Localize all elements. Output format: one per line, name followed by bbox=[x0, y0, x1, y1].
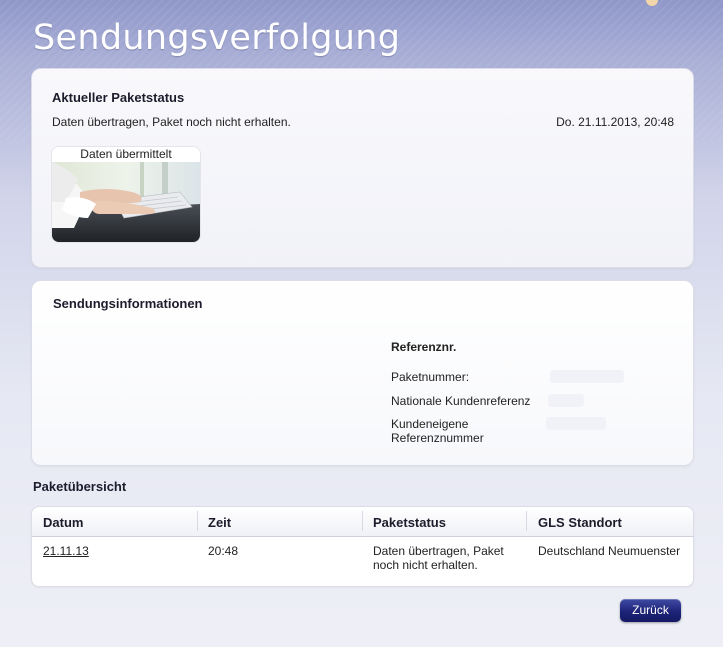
shipment-info-panel: Sendungsinformationen Referenznr. Paketn… bbox=[31, 280, 694, 466]
column-separator bbox=[526, 511, 527, 531]
row-status-line1: Daten übertragen, Paket bbox=[373, 544, 504, 558]
customer-ref-label-line2: Referenznummer bbox=[391, 431, 484, 445]
status-heading: Aktueller Paketstatus bbox=[52, 90, 185, 105]
column-header-date: Datum bbox=[43, 515, 84, 530]
overview-heading: Paketübersicht bbox=[33, 479, 127, 494]
column-separator bbox=[197, 511, 198, 531]
row-date-link[interactable]: 21.11.13 bbox=[43, 544, 89, 558]
column-header-location: GLS Standort bbox=[538, 515, 622, 530]
page-title: Sendungsverfolgung bbox=[33, 18, 401, 58]
column-separator bbox=[362, 511, 363, 531]
overview-table: Datum Zeit Paketstatus GLS Standort 21.1… bbox=[31, 506, 694, 587]
customer-ref-label-line1: Kundeneigene bbox=[391, 417, 469, 431]
status-text: Daten übertragen, Paket noch nicht erhal… bbox=[52, 115, 291, 129]
column-header-time: Zeit bbox=[208, 515, 232, 530]
row-location: Deutschland Neumuenster bbox=[538, 544, 681, 558]
status-datetime: Do. 21.11.2013, 20:48 bbox=[556, 115, 674, 129]
row-status-line2: noch nicht erhalten. bbox=[373, 558, 478, 572]
shipment-info-heading: Sendungsinformationen bbox=[53, 296, 203, 311]
keyboard-typing-image bbox=[52, 162, 200, 242]
status-image-label: Daten übermittelt bbox=[52, 147, 200, 162]
back-button[interactable]: Zurück bbox=[620, 599, 681, 622]
customer-ref-value bbox=[546, 417, 606, 430]
status-thumbnail: Daten übermittelt bbox=[52, 147, 200, 242]
national-customer-ref-label: Nationale Kundenreferenz bbox=[391, 394, 531, 408]
package-number-value bbox=[550, 370, 624, 383]
status-panel: Aktueller Paketstatus Daten übertragen, … bbox=[31, 68, 694, 268]
reference-heading: Referenznr. bbox=[391, 340, 457, 354]
national-customer-ref-value bbox=[548, 394, 584, 407]
table-header: Datum Zeit Paketstatus GLS Standort bbox=[32, 507, 693, 537]
corner-decoration bbox=[646, 0, 658, 6]
package-number-label: Paketnummer: bbox=[391, 370, 470, 384]
row-time: 20:48 bbox=[208, 544, 239, 558]
column-header-status: Paketstatus bbox=[373, 515, 446, 530]
